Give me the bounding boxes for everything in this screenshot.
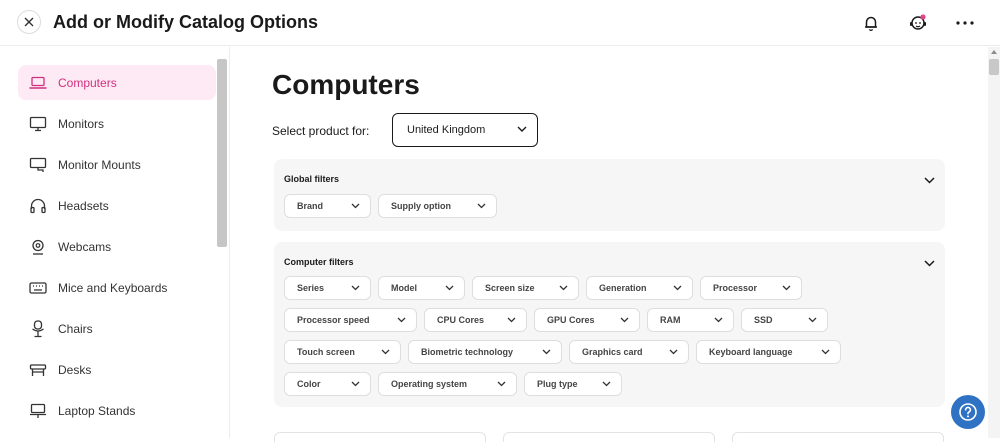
select-product-label: Select product for: <box>272 124 370 138</box>
chevron-down-icon <box>808 317 817 323</box>
filter-chip-model[interactable]: Model <box>378 276 465 300</box>
filter-chip-gpu-cores[interactable]: GPU Cores <box>534 308 640 332</box>
chevron-down-icon <box>821 349 830 355</box>
sidebar-item-headsets[interactable]: Headsets <box>18 188 216 223</box>
filter-chip-processor[interactable]: Processor <box>700 276 802 300</box>
headset-icon <box>29 197 47 215</box>
page-header-title: Add or Modify Catalog Options <box>53 12 318 32</box>
support-button[interactable] <box>907 12 929 34</box>
sidebar-item-label: Monitors <box>58 116 105 131</box>
monitor-icon <box>29 115 47 133</box>
chevron-down-icon[interactable] <box>924 177 935 184</box>
sidebar-item-monitors[interactable]: Monitors <box>18 106 216 141</box>
main-content: Computers Select product for: United Kin… <box>231 47 988 442</box>
sidebar-item-desks[interactable]: Desks <box>18 352 216 387</box>
chevron-down-icon <box>673 285 682 291</box>
header: Add or Modify Catalog Options <box>0 0 1000 46</box>
chevron-down-icon <box>669 349 678 355</box>
chevron-down-icon <box>381 349 390 355</box>
sidebar-item-chairs[interactable]: Chairs <box>18 311 216 346</box>
chevron-down-icon <box>477 203 486 209</box>
sidebar-item-label: Mice and Keyboards <box>58 280 168 295</box>
webcam-icon <box>29 238 47 256</box>
global-filters-panel: Global filters Brand Supply option <box>274 159 945 231</box>
chevron-down-icon <box>507 317 516 323</box>
sidebar-item-label: Chairs <box>58 321 93 336</box>
keyboard-icon <box>29 279 47 297</box>
chevron-down-icon <box>782 285 791 291</box>
filter-chip-supply-option[interactable]: Supply option <box>378 194 497 218</box>
filter-chip-ram[interactable]: RAM <box>647 308 734 332</box>
filter-chip-processor-speed[interactable]: Processor speed <box>284 308 417 332</box>
page-scrollbar[interactable] <box>988 47 1000 438</box>
sidebar-item-mice-and-keyboards[interactable]: Mice and Keyboards <box>18 270 216 305</box>
monitor-mount-icon <box>29 156 47 174</box>
laptop-stand-icon <box>29 402 47 420</box>
product-card[interactable] <box>503 432 715 442</box>
page-title: Computers <box>272 69 420 100</box>
country-select-value: United Kingdom <box>407 124 486 136</box>
filter-chip-screen-size[interactable]: Screen size <box>472 276 579 300</box>
filter-chip-graphics-card[interactable]: Graphics card <box>569 340 689 364</box>
filter-chip-color[interactable]: Color <box>284 372 371 396</box>
notifications-button[interactable] <box>860 12 882 34</box>
more-options-button[interactable] <box>954 12 976 34</box>
help-button[interactable] <box>951 395 985 429</box>
close-button[interactable] <box>17 10 41 34</box>
chevron-down-icon <box>397 317 406 323</box>
chevron-down-icon <box>351 203 360 209</box>
filter-chip-generation[interactable]: Generation <box>586 276 693 300</box>
chevron-down-icon <box>351 285 360 291</box>
filter-chip-plug-type[interactable]: Plug type <box>524 372 622 396</box>
help-icon <box>959 403 977 421</box>
filter-chip-cpu-cores[interactable]: CPU Cores <box>424 308 527 332</box>
sidebar-item-monitor-mounts[interactable]: Monitor Mounts <box>18 147 216 182</box>
chevron-down-icon <box>497 381 506 387</box>
scroll-up-icon[interactable] <box>991 50 997 54</box>
laptop-icon <box>29 74 47 92</box>
chevron-down-icon <box>517 126 527 132</box>
filter-chip-series[interactable]: Series <box>284 276 371 300</box>
sidebar-item-laptop-stands[interactable]: Laptop Stands <box>18 393 216 428</box>
chevron-down-icon <box>714 317 723 323</box>
global-filters-title: Global filters <box>284 174 340 184</box>
sidebar-item-computers[interactable]: Computers <box>18 65 216 100</box>
filter-chip-touch-screen[interactable]: Touch screen <box>284 340 401 364</box>
filter-chip-operating-system[interactable]: Operating system <box>378 372 517 396</box>
sidebar-item-label: Desks <box>58 362 92 377</box>
computer-filters-panel: Computer filters Series Model Screen siz… <box>274 242 945 407</box>
chevron-down-icon <box>620 317 629 323</box>
sidebar-item-label: Laptop Stands <box>58 403 136 418</box>
filter-chip-biometric-technology[interactable]: Biometric technology <box>408 340 562 364</box>
bell-icon <box>865 16 877 31</box>
desk-icon <box>29 361 47 379</box>
filter-chip-brand[interactable]: Brand <box>284 194 371 218</box>
sidebar-item-label: Headsets <box>58 198 109 213</box>
sidebar-scrollbar[interactable] <box>217 59 227 247</box>
scrollbar-thumb[interactable] <box>989 59 999 75</box>
sidebar-item-webcams[interactable]: Webcams <box>18 229 216 264</box>
chevron-down-icon[interactable] <box>924 260 935 267</box>
country-select[interactable]: United Kingdom <box>392 113 538 147</box>
sidebar-item-label: Webcams <box>58 239 112 254</box>
sidebar-item-label: Monitor Mounts <box>58 157 141 172</box>
chevron-down-icon <box>351 381 360 387</box>
computer-filters-title: Computer filters <box>284 257 354 267</box>
chair-icon <box>29 319 47 338</box>
chevron-down-icon <box>559 285 568 291</box>
support-agent-icon <box>910 14 926 30</box>
chevron-down-icon <box>602 381 611 387</box>
product-card[interactable] <box>732 432 944 442</box>
filter-chip-ssd[interactable]: SSD <box>741 308 828 332</box>
close-icon <box>24 17 34 27</box>
sidebar-item-label: Computers <box>58 75 117 90</box>
more-options-icon <box>956 21 974 25</box>
chevron-down-icon <box>542 349 551 355</box>
chevron-down-icon <box>445 285 454 291</box>
sidebar: Computers Monitors Monitor Mounts Headse… <box>0 47 230 438</box>
product-card[interactable] <box>274 432 486 442</box>
filter-chip-keyboard-language[interactable]: Keyboard language <box>696 340 841 364</box>
notification-dot <box>920 14 926 20</box>
